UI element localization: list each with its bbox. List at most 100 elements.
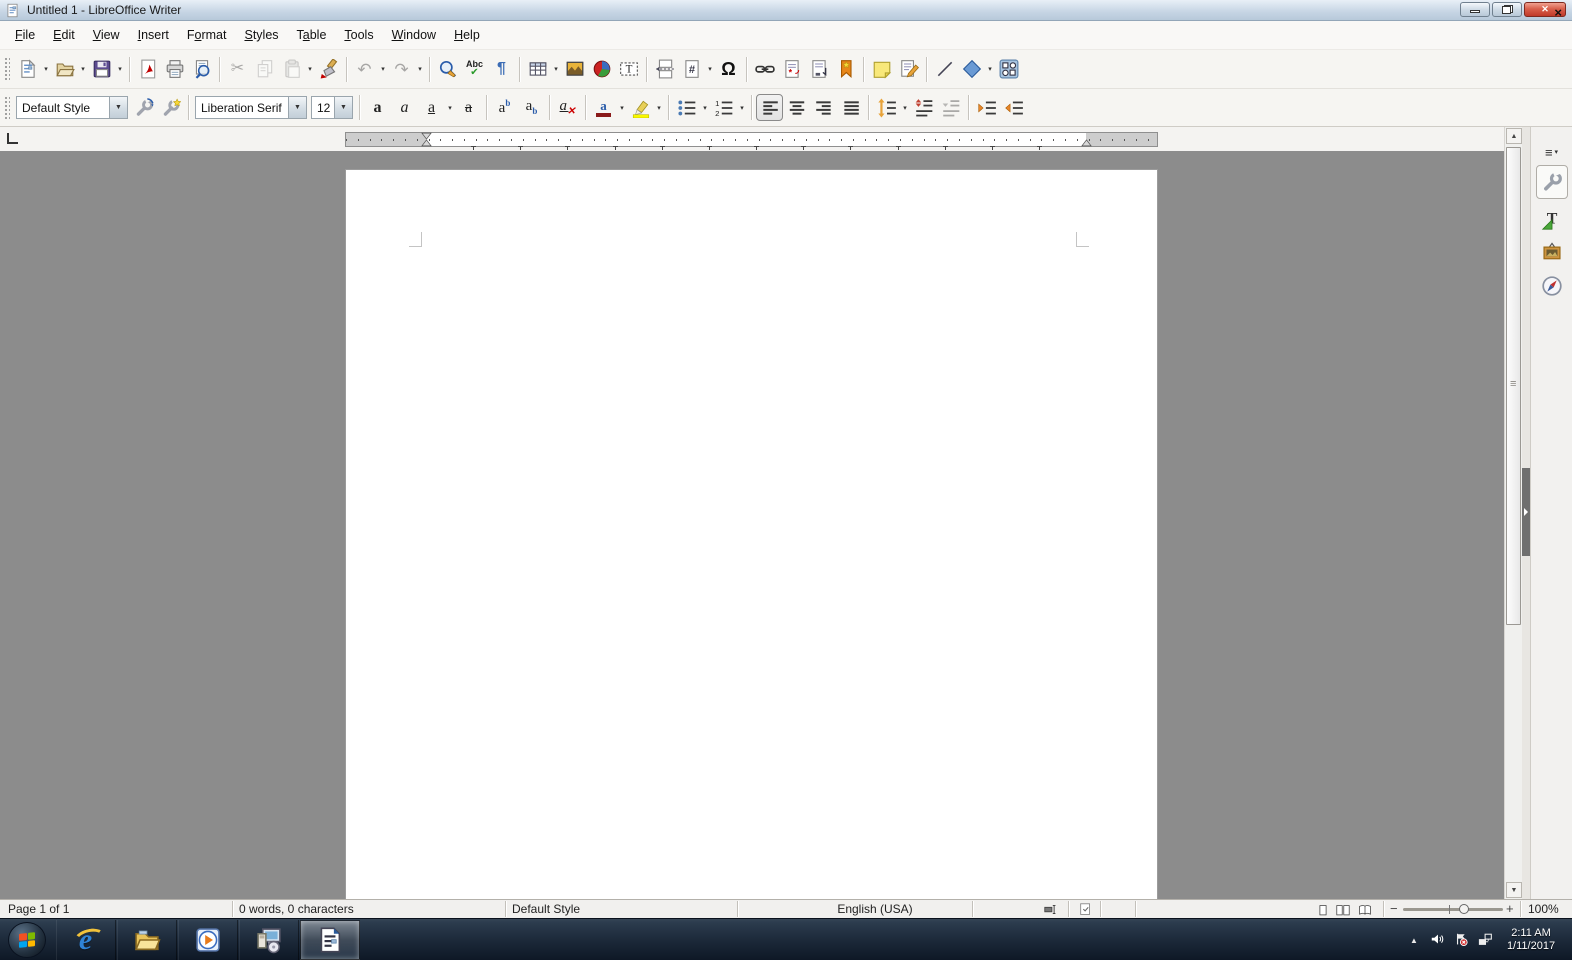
new-style-button[interactable]	[157, 94, 184, 121]
zoom-slider[interactable]	[1403, 908, 1503, 911]
insert-chart-button[interactable]	[588, 56, 615, 83]
language-status[interactable]: English (USA)	[790, 902, 960, 916]
sidebar-styles-button[interactable]: T	[1536, 205, 1568, 235]
redo-button[interactable]: ↷	[388, 56, 415, 83]
show-hidden-icons-button[interactable]: ▲	[1402, 919, 1426, 960]
font-color-button-dropdown[interactable]: ▾	[617, 95, 627, 121]
decrease-indent-button[interactable]	[1000, 94, 1027, 121]
page-break-button[interactable]	[651, 56, 678, 83]
align-right-button[interactable]	[810, 94, 837, 121]
start-button[interactable]	[8, 922, 46, 958]
font-name-combo[interactable]: Liberation Serif	[195, 96, 307, 119]
numbering-button-dropdown[interactable]: ▾	[737, 95, 747, 121]
font-size-combo-dropdown-button[interactable]	[334, 97, 352, 118]
menu-window[interactable]: Window	[383, 24, 445, 46]
undo-button[interactable]: ↶	[351, 56, 378, 83]
taskbar-media-player-button[interactable]	[178, 920, 238, 960]
bullets-button[interactable]	[673, 94, 700, 121]
taskbar-writer-button[interactable]	[300, 920, 360, 960]
menu-styles[interactable]: Styles	[235, 24, 287, 46]
insert-endnote-button[interactable]	[805, 56, 832, 83]
decrease-paragraph-spacing-button[interactable]	[937, 94, 964, 121]
action-center-icon[interactable]	[1450, 919, 1474, 960]
insert-field-button-dropdown[interactable]: ▾	[705, 56, 715, 82]
increase-paragraph-spacing-button[interactable]	[910, 94, 937, 121]
paragraph-style-combo-dropdown-button[interactable]	[109, 97, 127, 118]
sidebar-properties-button[interactable]	[1536, 165, 1568, 199]
right-indent-marker[interactable]	[1081, 132, 1092, 147]
clone-formatting-button[interactable]	[315, 56, 342, 83]
menu-help[interactable]: Help	[445, 24, 489, 46]
save-button[interactable]	[88, 56, 115, 83]
close-document-button[interactable]: ×	[1554, 6, 1562, 20]
insert-table-button[interactable]	[524, 56, 551, 83]
highlight-color-button-dropdown[interactable]: ▾	[654, 95, 664, 121]
menu-view[interactable]: View	[84, 24, 129, 46]
menu-insert[interactable]: Insert	[129, 24, 178, 46]
align-left-button[interactable]	[756, 94, 783, 121]
font-name-combo-dropdown-button[interactable]	[288, 97, 306, 118]
print-button[interactable]	[161, 56, 188, 83]
insert-text-box-button[interactable]: T	[615, 56, 642, 83]
zoom-slider-thumb[interactable]	[1459, 904, 1469, 914]
insert-footnote-button[interactable]: *	[778, 56, 805, 83]
sidebar-navigator-button[interactable]	[1536, 271, 1568, 301]
justify-button[interactable]	[837, 94, 864, 121]
basic-shapes-button[interactable]	[958, 56, 985, 83]
sidebar-gallery-button[interactable]	[1536, 237, 1568, 267]
track-changes-button[interactable]	[895, 56, 922, 83]
insert-field-button[interactable]: #	[678, 56, 705, 83]
subscript-button[interactable]: ab	[518, 94, 545, 121]
insert-line-button[interactable]	[931, 56, 958, 83]
zoom-percentage[interactable]: 100%	[1528, 902, 1559, 916]
menu-tools[interactable]: Tools	[335, 24, 382, 46]
font-color-button[interactable]: a	[590, 94, 617, 121]
new-document-button-dropdown[interactable]: ▾	[41, 56, 51, 82]
sidebar-hide-handle[interactable]	[1522, 468, 1530, 556]
insert-table-button-dropdown[interactable]: ▾	[551, 56, 561, 82]
insert-comment-button[interactable]	[868, 56, 895, 83]
formatting-marks-button[interactable]: ¶	[488, 56, 515, 83]
scroll-down-button[interactable]: ▼	[1506, 882, 1522, 898]
basic-shapes-button-dropdown[interactable]: ▾	[985, 56, 995, 82]
menu-edit[interactable]: Edit	[44, 24, 84, 46]
underline-button[interactable]: a	[418, 94, 445, 121]
italic-button[interactable]: a	[391, 94, 418, 121]
taskbar-ie-button[interactable]: e	[56, 920, 116, 960]
taskbar-installer-button[interactable]	[239, 920, 299, 960]
menu-file[interactable]: File	[6, 24, 44, 46]
zoom-in-button[interactable]: +	[1506, 901, 1514, 916]
bullets-button-dropdown[interactable]: ▾	[700, 95, 710, 121]
network-icon[interactable]	[1474, 919, 1498, 960]
volume-icon[interactable]	[1426, 919, 1450, 960]
scrollbar-thumb[interactable]	[1506, 147, 1521, 625]
save-button-dropdown[interactable]: ▾	[115, 56, 125, 82]
highlight-color-button[interactable]	[627, 94, 654, 121]
vertical-scrollbar[interactable]: ▲ ▼	[1504, 127, 1522, 899]
horizontal-ruler[interactable]	[345, 132, 1158, 147]
paste-button[interactable]	[278, 56, 305, 83]
paragraph-style-combo[interactable]: Default Style	[16, 96, 128, 119]
toolbar-grip[interactable]	[4, 96, 10, 120]
menu-format[interactable]: Format	[178, 24, 236, 46]
cut-button[interactable]: ✂	[224, 56, 251, 83]
special-character-button[interactable]: Ω	[715, 56, 742, 83]
tab-stop-selector[interactable]	[7, 133, 18, 144]
undo-button-dropdown[interactable]: ▾	[378, 56, 388, 82]
insert-image-button[interactable]	[561, 56, 588, 83]
page-style-status[interactable]: Default Style	[512, 902, 580, 916]
align-center-button[interactable]	[783, 94, 810, 121]
line-spacing-button-dropdown[interactable]: ▾	[900, 95, 910, 121]
restore-button[interactable]	[1492, 2, 1522, 17]
word-count-status[interactable]: 0 words, 0 characters	[239, 902, 354, 916]
insert-hyperlink-button[interactable]	[751, 56, 778, 83]
increase-indent-button[interactable]	[973, 94, 1000, 121]
menu-table[interactable]: Table	[288, 24, 336, 46]
superscript-button[interactable]: ab	[491, 94, 518, 121]
taskbar-clock[interactable]: 2:11 AM 1/11/2017	[1498, 927, 1572, 953]
taskbar-explorer-button[interactable]	[117, 920, 177, 960]
find-replace-button[interactable]	[434, 56, 461, 83]
show-draw-functions-button[interactable]	[995, 56, 1022, 83]
new-document-button[interactable]	[14, 56, 41, 83]
open-button[interactable]	[51, 56, 78, 83]
